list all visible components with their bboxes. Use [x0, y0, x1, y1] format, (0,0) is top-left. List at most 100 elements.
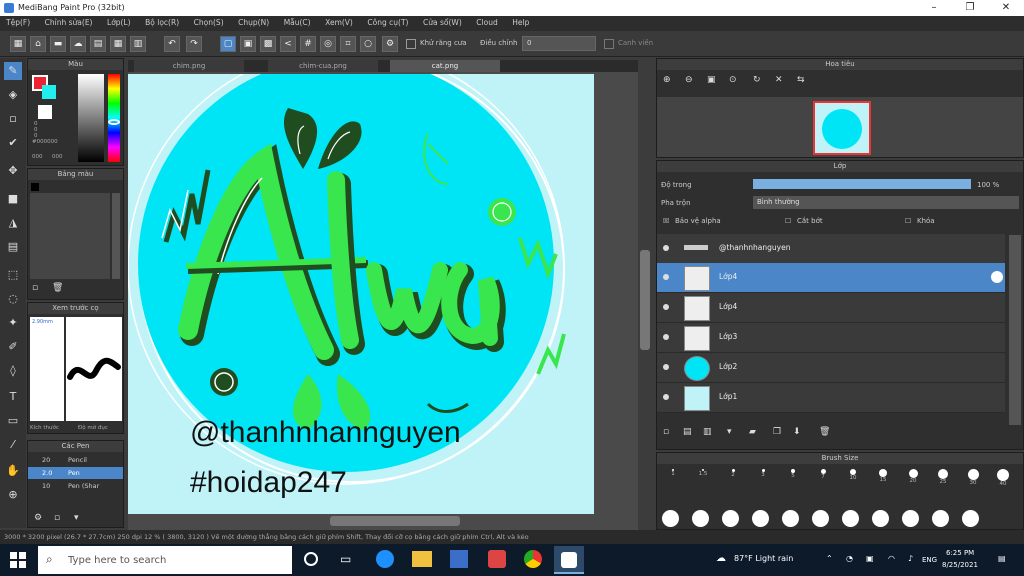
brush-size-big[interactable] — [932, 510, 949, 527]
correction-select[interactable]: 0 — [522, 36, 596, 51]
hue-handle[interactable] — [108, 119, 120, 125]
brush-item-selected[interactable]: 2.0 Pen — [28, 467, 123, 479]
hue-slider[interactable] — [108, 74, 120, 162]
tab-cat[interactable]: cat.png — [390, 60, 500, 72]
layer-row-selected[interactable]: Lớp4 — [657, 263, 1005, 293]
brush-size-big[interactable] — [782, 510, 799, 527]
palette-scrollbar[interactable] — [112, 193, 120, 279]
taskbar-search-input[interactable]: ⌕ Type here to search — [38, 546, 292, 574]
menu-filter[interactable]: Bộ lọc(R) — [139, 16, 185, 29]
blend-select[interactable]: Bình thường — [753, 196, 1019, 209]
delete-color-icon[interactable]: 🗑 — [52, 283, 63, 293]
notification-icon[interactable]: ▤ — [998, 554, 1006, 563]
windows-start-icon[interactable] — [10, 552, 26, 568]
brush-size-big[interactable] — [812, 510, 829, 527]
merge-layer-icon[interactable]: ⬇ — [793, 427, 801, 437]
circle-snap-icon[interactable]: ○ — [360, 36, 376, 52]
zoom-in-icon[interactable]: ⊕ — [663, 75, 671, 85]
home-icon[interactable]: ⌂ — [30, 36, 46, 52]
palette-swatch-black[interactable] — [31, 183, 39, 191]
brush-size-option[interactable]: 1 — [660, 466, 686, 488]
menu-help[interactable]: Help — [506, 16, 535, 29]
menu-select[interactable]: Chọn(S) — [188, 16, 230, 29]
canvas-h-scrollbar[interactable] — [330, 516, 460, 526]
add-brush-icon[interactable]: ⚙ — [34, 513, 42, 523]
snap-icon[interactable]: ◎ — [320, 36, 336, 52]
layer-row[interactable]: Lớp2 — [657, 353, 1005, 383]
value-slider[interactable] — [78, 74, 104, 162]
menu-edit[interactable]: Chỉnh sửa(E) — [39, 16, 99, 29]
copy-brush-icon[interactable]: ▫ — [54, 513, 60, 523]
brush-size-option[interactable]: 3 — [750, 466, 776, 488]
operation-tool-icon[interactable]: ▭ — [4, 412, 22, 430]
cortana-icon[interactable] — [304, 552, 318, 566]
weather-text[interactable]: 87°F Light rain — [734, 554, 793, 563]
volume-icon[interactable]: ♪ — [908, 554, 913, 563]
perspective-icon[interactable]: ⌗ — [340, 36, 356, 52]
white-swatch[interactable] — [38, 105, 52, 119]
new-layer-icon[interactable]: ▫ — [663, 427, 669, 437]
maximize-button[interactable]: ❐ — [952, 0, 988, 16]
fill-rect-tool-icon[interactable]: ■ — [4, 190, 22, 208]
check-tool-icon[interactable]: ✔ — [4, 134, 22, 152]
canvas-checkbox[interactable] — [604, 39, 614, 49]
layers-scrollbar[interactable] — [1009, 235, 1021, 425]
text-tool-icon[interactable]: T — [4, 388, 22, 406]
brush-tab-opacity[interactable]: Độ mờ đục — [78, 425, 108, 431]
layers-icon[interactable]: ▥ — [130, 36, 146, 52]
tray-app-icon[interactable]: ▣ — [866, 554, 874, 563]
move-tool-icon[interactable]: ✥ — [4, 162, 22, 180]
brush-size-option[interactable]: 5 — [780, 466, 806, 488]
select-pen-icon[interactable]: ✐ — [4, 338, 22, 356]
network-icon[interactable]: ◔ — [846, 554, 853, 563]
brush-item[interactable]: 10 Pen (Shar — [28, 480, 123, 492]
zoom-tool-icon[interactable]: ⊕ — [4, 486, 22, 504]
gradient-tool-icon[interactable]: ▤ — [4, 238, 22, 256]
visibility-icon[interactable] — [663, 274, 669, 280]
close-nav-icon[interactable]: ✕ — [775, 75, 783, 85]
folder-icon[interactable]: ▰ — [749, 427, 756, 437]
clipping-checkbox[interactable]: ☐ — [785, 217, 791, 225]
eraser-tool-icon[interactable]: ◈ — [4, 86, 22, 104]
menu-layer[interactable]: Lớp(L) — [101, 16, 137, 29]
visibility-icon[interactable] — [663, 245, 669, 251]
clock-date[interactable]: 8/25/2021 — [942, 561, 978, 569]
tray-chevron-icon[interactable]: ⌃ — [826, 554, 833, 563]
chat-icon[interactable]: ▬ — [50, 36, 66, 52]
brush-size-option[interactable]: 25 — [930, 466, 956, 488]
bucket-tool-icon[interactable]: ◮ — [4, 214, 22, 232]
lasso-tool-icon[interactable]: ◌ — [4, 290, 22, 308]
canvas-v-scrollbar[interactable] — [640, 250, 650, 350]
flip-icon[interactable]: ⇆ — [797, 75, 805, 85]
actual-size-icon[interactable]: ⊙ — [729, 75, 737, 85]
deselect-icon[interactable]: ▣ — [240, 36, 256, 52]
invert-selection-icon[interactable]: ▩ — [260, 36, 276, 52]
opacity-slider[interactable] — [753, 179, 971, 189]
store-icon[interactable] — [450, 550, 468, 568]
select-all-icon[interactable]: ▢ — [220, 36, 236, 52]
brush-menu-icon[interactable]: ▾ — [74, 513, 79, 523]
brush-size-big[interactable] — [752, 510, 769, 527]
layer-row[interactable]: Lớp4 — [657, 293, 1005, 323]
menu-window[interactable]: Cửa sổ(W) — [417, 16, 468, 29]
brush-size-big[interactable] — [842, 510, 859, 527]
redo-icon[interactable]: ↷ — [186, 36, 202, 52]
visibility-icon[interactable] — [663, 394, 669, 400]
visibility-icon[interactable] — [663, 364, 669, 370]
transform-icon[interactable]: < — [280, 36, 296, 52]
file-explorer-icon[interactable] — [412, 551, 432, 567]
secondary-color-swatch[interactable] — [42, 85, 56, 99]
brush-tool-icon[interactable]: ✎ — [4, 62, 22, 80]
brush-tab-size[interactable]: Kích thước — [30, 425, 59, 431]
brush-size-big[interactable] — [722, 510, 739, 527]
brush-size-big[interactable] — [962, 510, 979, 527]
zoom-out-icon[interactable]: ⊖ — [685, 75, 693, 85]
layer-row[interactable]: Lớp1 — [657, 383, 1005, 413]
edge-icon[interactable] — [376, 550, 394, 568]
protect-alpha-checkbox[interactable]: ☒ — [663, 217, 669, 225]
new-8bit-layer-icon[interactable]: ▥ — [703, 427, 712, 437]
brush-size-big[interactable] — [662, 510, 679, 527]
artwork-canvas[interactable]: @thanhnhannguyen #hoidap247 — [128, 74, 594, 514]
select-tool-icon[interactable]: ⬚ — [4, 266, 22, 284]
visibility-icon[interactable] — [663, 304, 669, 310]
